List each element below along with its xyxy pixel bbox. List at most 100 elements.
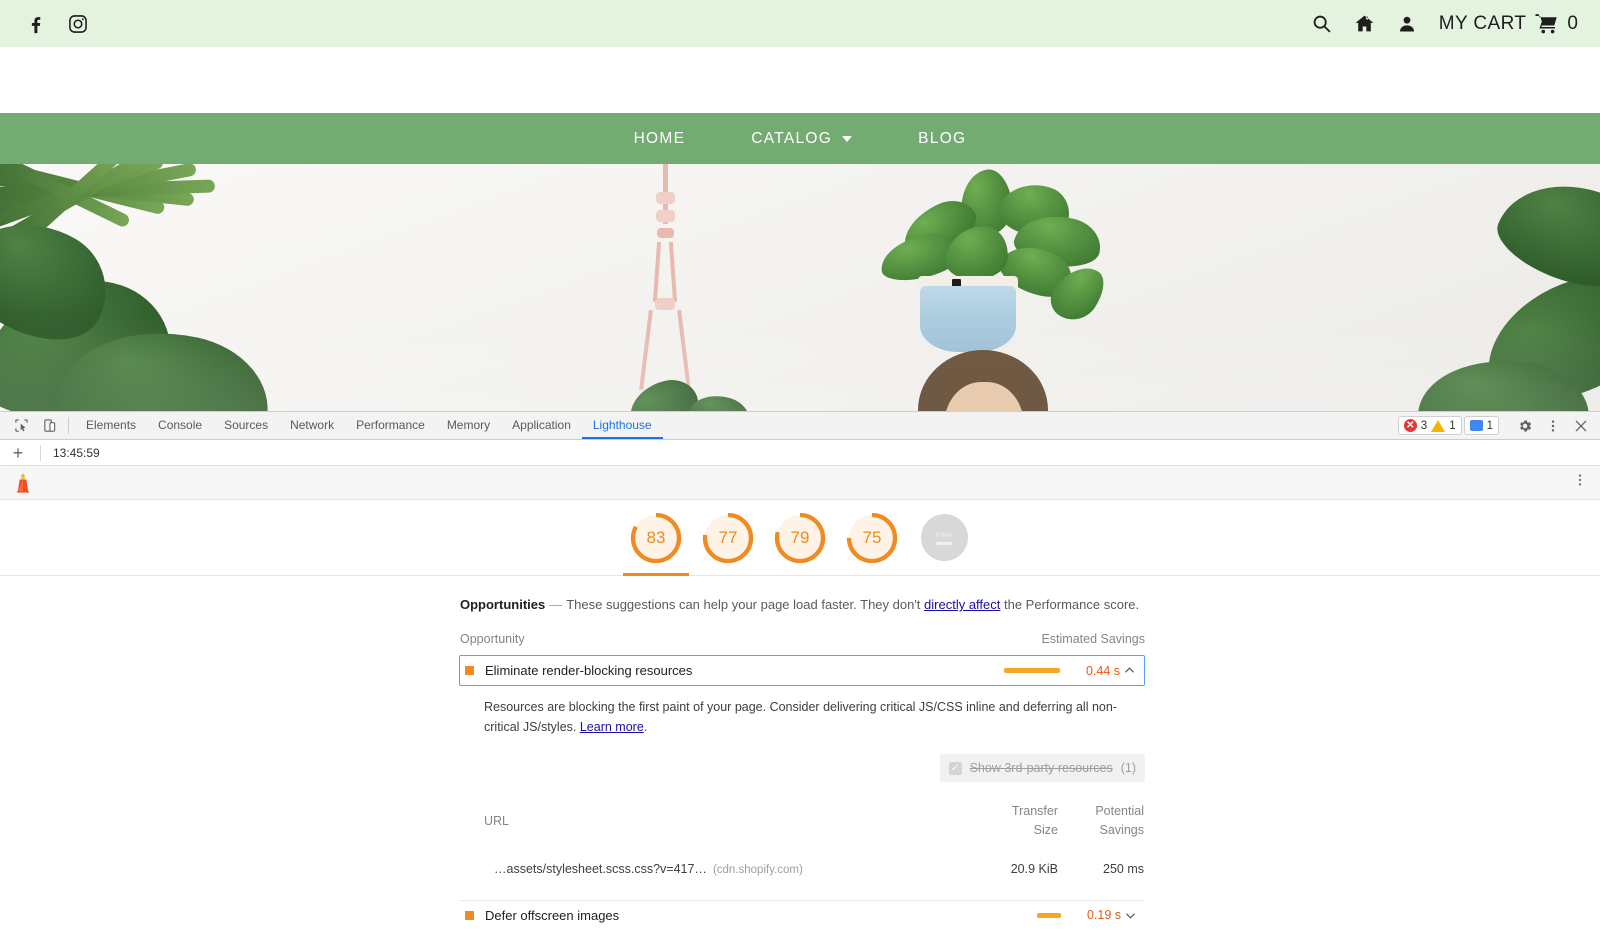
hero-overlay bbox=[0, 164, 1600, 417]
tab-console[interactable]: Console bbox=[147, 412, 213, 439]
opportunities-section-header: Opportunities—These suggestions can help… bbox=[460, 576, 1150, 612]
nav-item-blog-label: BLOG bbox=[918, 130, 966, 148]
hero-banner-image bbox=[0, 164, 1600, 417]
savings-bar bbox=[1004, 668, 1060, 673]
messages-counter[interactable]: 1 bbox=[1464, 416, 1499, 435]
directly-affect-link[interactable]: directly affect bbox=[924, 597, 1000, 612]
col-url: URL bbox=[484, 802, 972, 840]
tab-console-label: Console bbox=[158, 418, 202, 432]
resource-url: …assets/stylesheet.scss.css?v=417… bbox=[494, 862, 707, 876]
nav-item-home[interactable]: HOME bbox=[601, 130, 719, 148]
warning-icon bbox=[1431, 420, 1445, 432]
tab-network[interactable]: Network bbox=[279, 412, 345, 439]
tab-performance-label: Performance bbox=[356, 418, 425, 432]
gauge-accessibility-score: 77 bbox=[719, 528, 738, 548]
heading-dash: — bbox=[549, 597, 562, 612]
opportunities-heading: Opportunities bbox=[460, 597, 545, 612]
error-icon: ✕ bbox=[1404, 419, 1417, 432]
gauge-pwa-dash bbox=[936, 542, 952, 546]
nav-item-catalog[interactable]: CATALOG bbox=[718, 130, 885, 148]
warning-count: 1 bbox=[1449, 420, 1455, 432]
lighthouse-logo-icon bbox=[12, 472, 34, 494]
lighthouse-toolbar: + 13:45:59 bbox=[0, 440, 1600, 466]
show-3rd-party-label: Show 3rd-party resources bbox=[970, 761, 1113, 775]
url-table-headers: URL Transfer Size Potential Savings bbox=[484, 802, 1144, 840]
opportunities-column-headers: Opportunity Estimated Savings bbox=[460, 632, 1145, 655]
nav-item-blog[interactable]: BLOG bbox=[885, 130, 999, 148]
cart-label: MY CART bbox=[1439, 13, 1527, 35]
tab-elements[interactable]: Elements bbox=[75, 412, 147, 439]
inspect-element-icon[interactable] bbox=[8, 413, 34, 439]
account-icon[interactable] bbox=[1397, 14, 1417, 34]
nav-item-catalog-label: CATALOG bbox=[751, 130, 832, 148]
gauge-best-practices[interactable]: 79 bbox=[771, 509, 829, 567]
instagram-icon[interactable] bbox=[64, 10, 92, 38]
message-icon bbox=[1470, 420, 1483, 431]
lighthouse-report-body: Opportunities—These suggestions can help… bbox=[0, 576, 1600, 929]
toolbar-divider bbox=[40, 445, 41, 461]
cart-icon bbox=[1535, 13, 1558, 34]
opportunity-row-render-blocking[interactable]: Eliminate render-blocking resources 0.44… bbox=[459, 655, 1145, 686]
cart-count: 0 bbox=[1567, 13, 1578, 35]
close-devtools-icon[interactable] bbox=[1568, 413, 1594, 439]
tab-lighthouse[interactable]: Lighthouse bbox=[582, 412, 663, 439]
opportunity-title: Defer offscreen images bbox=[485, 908, 1037, 923]
col-potential-savings-line2: Savings bbox=[1058, 821, 1144, 840]
col-transfer-size-line2: Size bbox=[972, 821, 1058, 840]
opportunities-table: Opportunity Estimated Savings Eliminate … bbox=[460, 632, 1145, 929]
chevron-down-icon[interactable] bbox=[1121, 910, 1139, 921]
blocking-resources-table: URL Transfer Size Potential Savings bbox=[484, 802, 1144, 876]
report-timestamp: 13:45:59 bbox=[53, 446, 100, 460]
facebook-icon[interactable] bbox=[22, 10, 50, 38]
col-opportunity: Opportunity bbox=[460, 632, 1005, 646]
issues-counter[interactable]: ✕ 3 1 bbox=[1398, 416, 1462, 435]
gauge-pwa[interactable]: PWA bbox=[915, 509, 973, 567]
gauge-accessibility[interactable]: 77 bbox=[699, 509, 757, 567]
gauge-performance[interactable]: 83 bbox=[627, 509, 685, 567]
resource-savings: 250 ms bbox=[1058, 862, 1144, 876]
tab-application[interactable]: Application bbox=[501, 412, 582, 439]
devtools-tabbar: Elements Console Sources Network Perform… bbox=[0, 412, 1600, 440]
lighthouse-score-gauges: 83 77 79 75 PWA bbox=[0, 500, 1600, 576]
resource-url-cell: …assets/stylesheet.scss.css?v=417… (cdn.s… bbox=[484, 862, 972, 876]
home-icon[interactable] bbox=[1354, 13, 1375, 34]
devtools-tabs: Elements Console Sources Network Perform… bbox=[75, 412, 663, 439]
opportunity-title: Eliminate render-blocking resources bbox=[485, 663, 1004, 678]
tab-lighthouse-label: Lighthouse bbox=[593, 418, 652, 432]
gauge-seo-score: 75 bbox=[863, 528, 882, 548]
error-count: 3 bbox=[1421, 420, 1427, 432]
cart-button[interactable]: MY CART 0 bbox=[1439, 13, 1578, 35]
tab-memory[interactable]: Memory bbox=[436, 412, 501, 439]
device-toolbar-icon[interactable] bbox=[36, 413, 62, 439]
report-content: Opportunities—These suggestions can help… bbox=[450, 576, 1150, 929]
col-potential-savings-line1: Potential bbox=[1058, 802, 1144, 821]
col-estimated-savings: Estimated Savings bbox=[1005, 632, 1145, 646]
lighthouse-report-header bbox=[0, 466, 1600, 500]
description-period: . bbox=[644, 720, 647, 734]
col-transfer-size: Transfer Size bbox=[972, 802, 1058, 840]
opportunity-row-defer-offscreen-images[interactable]: Defer offscreen images 0.19 s bbox=[460, 900, 1145, 929]
tab-performance[interactable]: Performance bbox=[345, 412, 436, 439]
gauge-best-practices-score: 79 bbox=[791, 528, 810, 548]
tab-sources[interactable]: Sources bbox=[213, 412, 279, 439]
opportunity-savings: 0.19 s bbox=[1075, 908, 1121, 922]
search-icon[interactable] bbox=[1311, 13, 1332, 34]
new-report-button[interactable]: + bbox=[8, 443, 28, 463]
col-transfer-size-line1: Transfer bbox=[972, 802, 1058, 821]
show-3rd-party-checkbox[interactable]: ✓ Show 3rd-party resources (1) bbox=[940, 754, 1145, 782]
show-3rd-party-count: (1) bbox=[1121, 761, 1136, 775]
tab-memory-label: Memory bbox=[447, 418, 490, 432]
report-options-icon[interactable] bbox=[1572, 472, 1588, 493]
tab-elements-label: Elements bbox=[86, 418, 136, 432]
tab-network-label: Network bbox=[290, 418, 334, 432]
gauge-pwa-body: PWA bbox=[921, 514, 968, 561]
gauge-seo[interactable]: 75 bbox=[843, 509, 901, 567]
nav-item-home-label: HOME bbox=[634, 130, 686, 148]
learn-more-link[interactable]: Learn more bbox=[580, 720, 644, 734]
settings-gear-icon[interactable] bbox=[1512, 413, 1538, 439]
more-options-icon[interactable] bbox=[1540, 413, 1566, 439]
opportunity-savings: 0.44 s bbox=[1074, 664, 1120, 678]
table-row[interactable]: …assets/stylesheet.scss.css?v=417… (cdn.s… bbox=[484, 862, 1144, 876]
resource-host: (cdn.shopify.com) bbox=[713, 864, 803, 876]
chevron-up-icon[interactable] bbox=[1120, 665, 1138, 676]
